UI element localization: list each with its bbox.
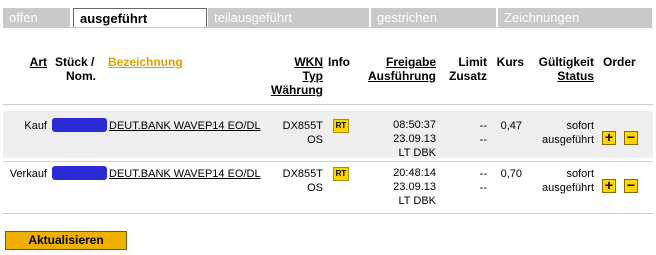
tab-ausgefuehrt[interactable]: ausgeführt — [73, 8, 207, 28]
col-waehrung-header[interactable]: Währung — [250, 83, 323, 98]
order-art: Kauf — [24, 120, 47, 132]
col-info-header: Info — [328, 55, 350, 69]
refresh-button[interactable]: Aktualisieren — [5, 231, 127, 250]
order-venue: LT DBK — [398, 147, 437, 159]
row-separator — [3, 213, 653, 214]
redacted-quantity — [52, 166, 107, 180]
order-art: Verkauf — [9, 168, 47, 180]
col-stueck-header: Stück / — [55, 55, 95, 69]
order-status: ausgeführt — [542, 134, 594, 146]
col-order-header: Order — [603, 55, 636, 69]
col-gueltigkeit-header: Gültigkeit — [538, 55, 594, 69]
order-date: 23.09.13 — [393, 133, 436, 145]
order-typ: OS — [307, 182, 323, 194]
tab-offen[interactable]: offen — [3, 8, 71, 27]
order-kurs: 0,70 — [500, 168, 522, 180]
order-zusatz: -- — [479, 134, 487, 146]
tab-teilausgefuehrt[interactable]: teilausgeführt — [208, 8, 370, 27]
col-art-header[interactable]: Art — [20, 55, 47, 70]
col-ausfuehrung-header[interactable]: Ausführung — [352, 69, 436, 84]
order-wkn: DX855T — [282, 120, 323, 132]
order-kurs: 0,47 — [500, 120, 522, 132]
tab-underline — [3, 27, 653, 28]
order-date: 23.09.13 — [393, 181, 436, 193]
redacted-quantity — [52, 118, 107, 132]
order-wkn: DX855T — [282, 168, 323, 180]
order-zusatz: -- — [479, 182, 487, 194]
minus-icon[interactable]: − — [624, 178, 638, 193]
order-time: 08:50:37 — [393, 119, 436, 131]
realtime-info-icon[interactable]: RT — [333, 119, 349, 133]
order-limit: -- — [479, 168, 487, 180]
col-zusatz-header: Zusatz — [448, 69, 487, 83]
order-gueltigkeit: sofort — [566, 120, 594, 132]
tab-zeichnungen[interactable]: Zeichnungen — [498, 8, 653, 27]
order-status: ausgeführt — [542, 182, 594, 194]
tab-gestrichen[interactable]: gestrichen — [371, 8, 497, 27]
row-separator — [3, 161, 653, 162]
plus-icon[interactable]: + — [602, 130, 616, 145]
col-bezeichnung-header[interactable]: Bezeichnung — [108, 55, 183, 70]
instrument-link[interactable]: DEUT.BANK WAVEP14 EO/DL — [109, 120, 261, 133]
order-typ: OS — [307, 134, 323, 146]
plus-icon[interactable]: + — [602, 178, 616, 193]
col-wkn-header[interactable]: WKN — [250, 55, 323, 70]
realtime-info-icon[interactable]: RT — [333, 167, 349, 181]
order-venue: LT DBK — [398, 195, 437, 207]
instrument-link[interactable]: DEUT.BANK WAVEP14 EO/DL — [109, 168, 261, 181]
minus-icon[interactable]: − — [624, 130, 638, 145]
order-time: 20:48:14 — [393, 167, 436, 179]
order-gueltigkeit: sofort — [566, 168, 594, 180]
col-typ-header[interactable]: Typ — [250, 69, 323, 84]
col-limit-header: Limit — [458, 55, 487, 69]
order-limit: -- — [479, 120, 487, 132]
col-status-header[interactable]: Status — [526, 69, 594, 84]
col-kurs-header: Kurs — [496, 55, 524, 69]
row-separator — [3, 104, 653, 105]
col-freigabe-header[interactable]: Freigabe — [352, 55, 436, 70]
col-nom-header: Nom. — [66, 69, 96, 83]
order-status-tabs: offen ausgeführt teilausgeführt gestrich… — [3, 8, 653, 28]
